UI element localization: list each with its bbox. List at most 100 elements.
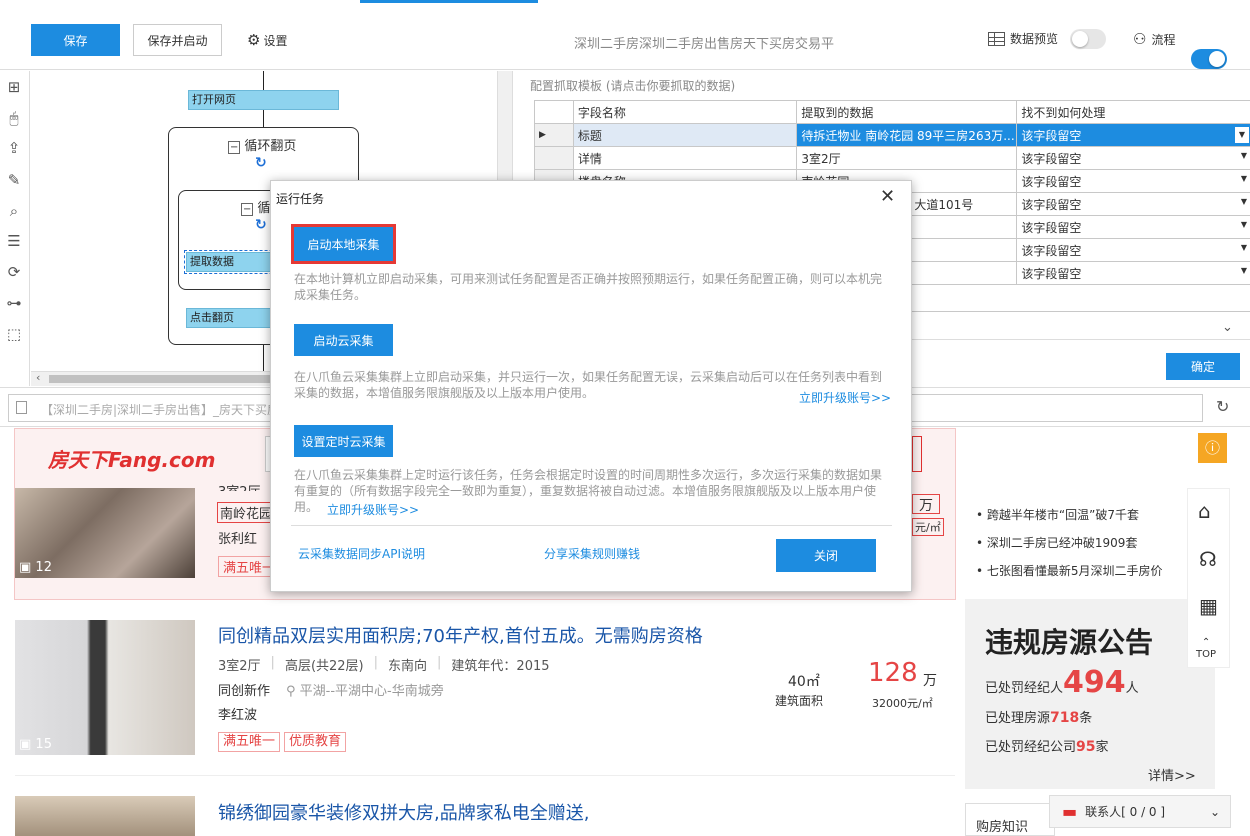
home-price-icon[interactable]: ⌂ xyxy=(1198,499,1211,523)
location-pin-icon: ⚲ xyxy=(286,684,296,699)
table-row[interactable]: 详情 3室2厅 该字段留空 ▼ xyxy=(534,146,1250,170)
qr-code-icon[interactable]: ▦ xyxy=(1199,594,1218,618)
data-preview-toggle[interactable] xyxy=(1070,29,1106,49)
top-button[interactable]: ⌃ TOP xyxy=(1196,637,1216,661)
photo-count: ▣ 15 xyxy=(19,737,52,752)
news-item[interactable]: • 深圳二手房已经冲破1909套 xyxy=(976,529,1163,557)
loop-inner-icon: ↻ xyxy=(255,217,267,233)
listing-detail: 3室2厅 xyxy=(218,481,261,491)
news-item[interactable]: • 跨越半年楼市“回温”破7千套 xyxy=(976,501,1163,529)
news-item[interactable]: • 七张图看懂最新5月深圳二手房价 xyxy=(976,557,1163,585)
close-button[interactable]: 关闭 xyxy=(776,539,876,572)
field-value-cell[interactable]: 3室2厅 xyxy=(796,146,1018,170)
settings-label: 设置 xyxy=(263,33,288,48)
listing-title[interactable]: 同创精品双层实用面积房;70年产权,首付五成。无需购房资格 xyxy=(218,622,703,648)
dropdown-arrow-icon[interactable]: ▼ xyxy=(1241,220,1247,229)
save-button[interactable]: 保存 xyxy=(31,24,120,56)
mouse-click-icon[interactable]: 🖱 xyxy=(4,108,24,128)
column-header: 找不到如何处理 xyxy=(1016,100,1250,124)
table-header-row: 字段名称 提取到的数据 找不到如何处理 xyxy=(534,100,1250,124)
photo-count: ▣ 12 xyxy=(19,560,52,575)
schedule-cloud-button[interactable]: 设置定时云采集 xyxy=(294,425,393,457)
price-unit: 万 xyxy=(923,673,937,689)
dropdown-arrow-icon[interactable]: ▼ xyxy=(1241,151,1247,160)
field-value-cell[interactable]: 待拆迁物业 南岭花园 89平三房263万... xyxy=(796,123,1018,147)
notice-more-link[interactable]: 详情>> xyxy=(1148,765,1196,784)
flow-label: 流程 xyxy=(1151,32,1176,47)
start-local-button[interactable]: 启动本地采集 xyxy=(291,224,396,264)
toolbar: 保存 保存并启动 ⚙ 设置 深圳二手房深圳二手房出售房天下买房交易平 数据预览 … xyxy=(0,0,1250,70)
unit-price: 元/㎡ xyxy=(912,518,944,536)
field-action-cell[interactable]: 该字段留空 ▼ xyxy=(1016,146,1250,170)
site-logo[interactable]: 房天下Fang.com xyxy=(48,444,215,473)
table-row[interactable]: ▶ 标题 待拆迁物业 南岭花园 89平三房263万... 该字段留空 ▼ xyxy=(534,123,1250,147)
url-text: 【深圳二手房|深圳二手房出售】_房天下买房 xyxy=(41,403,280,417)
list-icon[interactable]: ☰ xyxy=(4,231,24,251)
confirm-button[interactable]: 确定 xyxy=(1166,353,1240,380)
contact-bar[interactable]: ▬ 联系人[ 0 / 0 ] ⌄ xyxy=(1049,795,1231,828)
loop-page-label: − 循环翻页 xyxy=(228,139,297,154)
listing-photo[interactable]: ▣ 15 xyxy=(15,620,195,755)
field-action-cell[interactable]: 该字段留空 ▼ xyxy=(1016,215,1250,239)
page-icon xyxy=(16,401,27,414)
chevron-down-icon[interactable]: ⌄ xyxy=(1210,805,1220,819)
refresh-icon[interactable]: ↻ xyxy=(1216,397,1229,416)
share-rules-link[interactable]: 分享采集规则赚钱 xyxy=(544,545,640,562)
notice-banner[interactable]: 违规房源公告 已处罚经纪人494人 已处理房源718条 已处罚经纪公司95家 详… xyxy=(965,599,1215,789)
dropdown-arrow-icon[interactable]: ▼ xyxy=(1241,197,1247,206)
field-action-cell[interactable]: 该字段留空 ▼ xyxy=(1016,261,1250,285)
listing-photo[interactable]: ▣ 12 xyxy=(15,488,195,578)
alert-icon[interactable]: ⓘ xyxy=(1198,433,1227,463)
listing-estate[interactable]: 南岭花园 xyxy=(217,502,276,523)
field-name-cell[interactable]: 详情 xyxy=(572,146,798,170)
tree-icon[interactable]: ⊶ xyxy=(4,293,24,313)
headset-icon[interactable]: ☊ xyxy=(1199,547,1217,571)
edit-icon[interactable]: ✎ xyxy=(4,170,24,190)
field-action-cell[interactable]: 该字段留空 ▼ xyxy=(1016,169,1250,193)
listing-photo[interactable] xyxy=(15,796,195,836)
dropdown-arrow-icon[interactable]: ▼ xyxy=(1241,174,1247,183)
upload-icon[interactable]: ⇪ xyxy=(4,138,24,158)
cursor-select-icon[interactable]: ⬚ xyxy=(4,324,24,344)
start-cloud-button[interactable]: 启动云采集 xyxy=(294,324,393,356)
listing-tag: 满五唯一 xyxy=(218,732,281,752)
listing-title[interactable]: 锦绣御园豪华装修双拼大房,品牌家私电全赠送, xyxy=(218,799,589,825)
table-icon xyxy=(988,31,1005,46)
listing-location: ⚲ 平湖--平湖中心-华南城旁 xyxy=(286,684,444,699)
save-start-button[interactable]: 保存并启动 xyxy=(133,24,222,56)
dropdown-arrow-icon[interactable]: ▼ xyxy=(1235,127,1249,143)
settings-button[interactable]: ⚙ 设置 xyxy=(247,31,287,49)
run-task-dialog: 运行任务 ✕ 启动本地采集 在本地计算机立即启动采集，可用来测试任务配置是否正确… xyxy=(270,180,912,592)
flow-step-open-page[interactable]: 打开网页 xyxy=(188,90,339,110)
dropdown-arrow-icon[interactable]: ▼ xyxy=(1241,243,1247,252)
dropdown-arrow-icon[interactable]: ▼ xyxy=(1241,266,1247,275)
add-step-icon[interactable]: ⊞ xyxy=(4,77,24,97)
listing-estate[interactable]: 同创新作 xyxy=(218,680,270,699)
listing-price: 128 xyxy=(868,658,918,688)
loop-icon[interactable]: ⟳ xyxy=(4,262,24,282)
flow-toggle[interactable] xyxy=(1191,49,1227,69)
left-toolbar: ⊞ 🖱 ⇪ ✎ ⌕ ☰ ⟳ ⊶ ⬚ xyxy=(0,71,30,386)
side-float-bar: ⌂ ☊ ▦ ⌃ TOP xyxy=(1187,488,1230,668)
area-label: 建筑面积 xyxy=(775,694,824,708)
upgrade-link[interactable]: 立即升级账号>> xyxy=(327,501,419,518)
config-title: 配置抓取模板 (请点击你要抓取的数据) xyxy=(530,79,736,93)
loop-icon: ↻ xyxy=(255,155,267,171)
api-docs-link[interactable]: 云采集数据同步API说明 xyxy=(298,545,425,562)
listing-tag: 优质教育 xyxy=(284,732,347,752)
knowledge-tab[interactable]: 购房知识 xyxy=(965,803,1055,836)
field-action-cell[interactable]: 该字段留空 ▼ xyxy=(1016,192,1250,216)
unit-price: 32000元/㎡ xyxy=(872,697,933,710)
listing-agent[interactable]: 李红波 xyxy=(218,704,257,723)
upgrade-link[interactable]: 立即升级账号>> xyxy=(799,389,891,406)
data-preview-toggle-group: 数据预览 xyxy=(988,30,1058,47)
search-area-icon[interactable]: ⌕ xyxy=(4,201,24,221)
field-name-cell[interactable]: 标题 xyxy=(572,123,798,147)
dialog-title: 运行任务 xyxy=(276,192,325,206)
field-action-cell[interactable]: 该字段留空 ▼ xyxy=(1016,123,1250,147)
expand-chevron-icon[interactable]: ⌄ xyxy=(1222,320,1233,335)
close-icon[interactable]: ✕ xyxy=(880,186,895,207)
field-action-cell[interactable]: 该字段留空 ▼ xyxy=(1016,238,1250,262)
listing-attributes: 3室2厅 | 高层(共22层) | 东南向 | 建筑年代：2015 xyxy=(218,655,550,674)
listing-agent[interactable]: 张利红 xyxy=(218,528,257,547)
